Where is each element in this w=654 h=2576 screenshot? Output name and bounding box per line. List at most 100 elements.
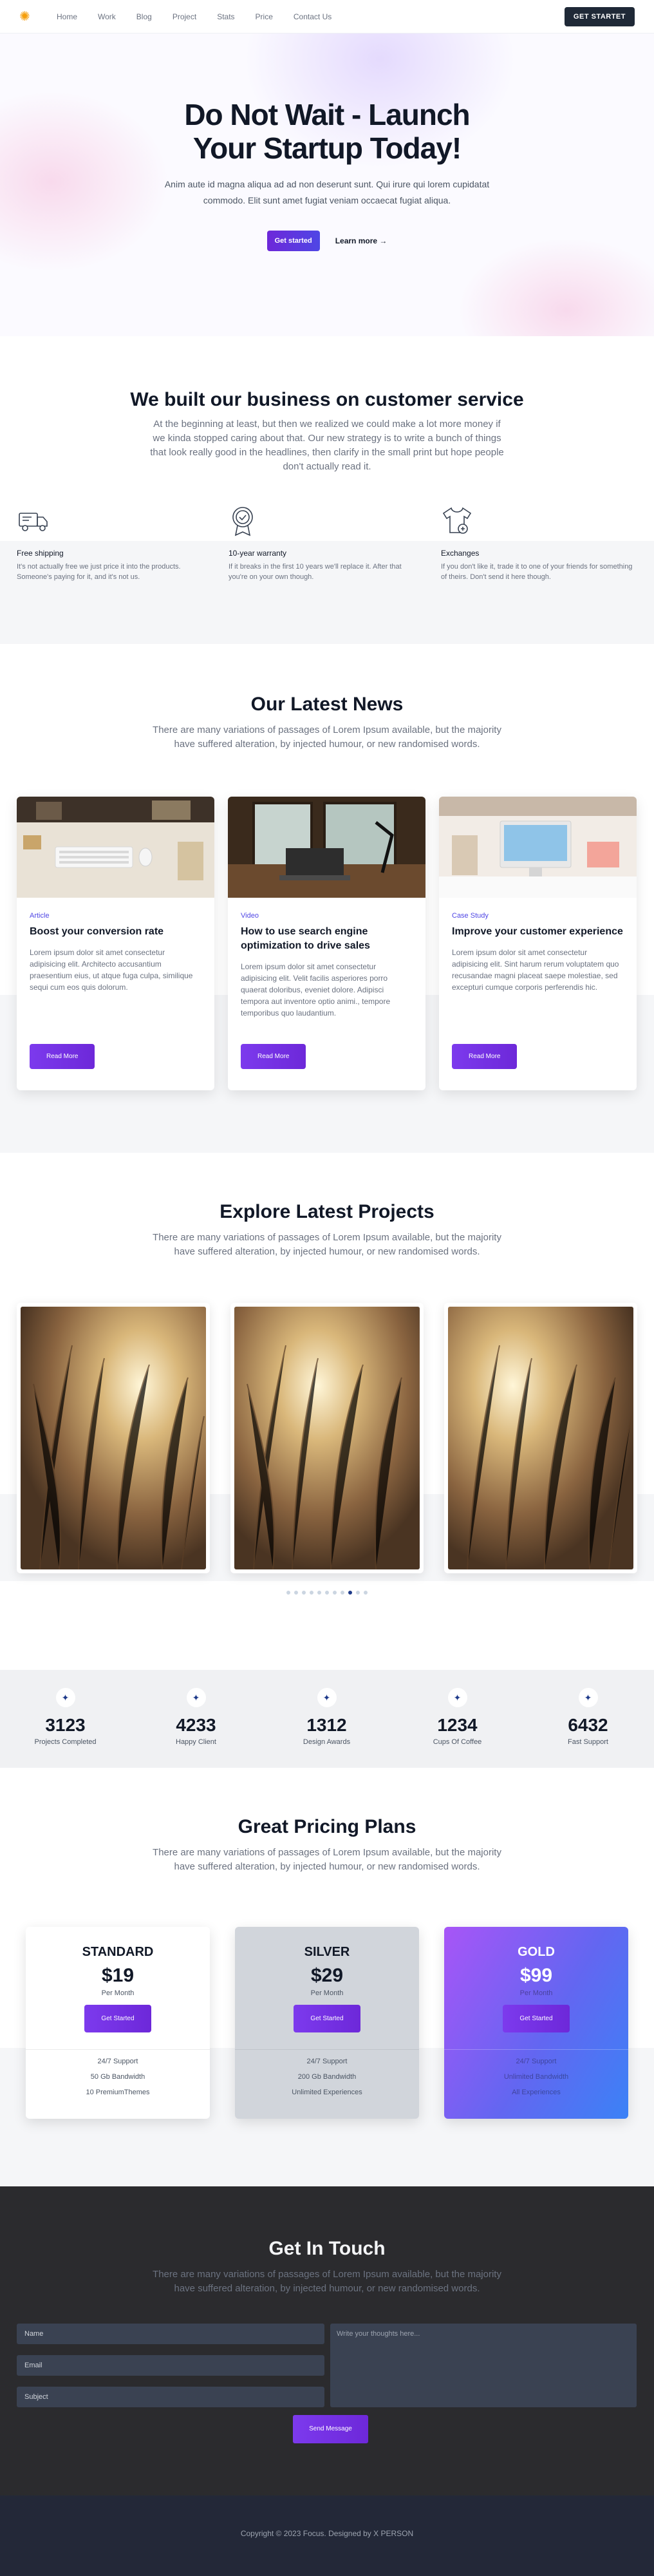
feature-warranty: 10-year warranty If it breaks in the fir…	[229, 504, 422, 582]
plan-standard: STANDARD $19 Per Month Get Started 24/7 …	[26, 1927, 210, 2119]
pricing-subtitle: There are many variations of passages of…	[153, 1847, 501, 1872]
stat-label: Happy Client	[176, 1738, 216, 1746]
send-message-button[interactable]: Send Message	[293, 2415, 368, 2443]
plan-feature: 10 PremiumThemes	[86, 2088, 150, 2096]
plan-divider	[26, 2049, 210, 2050]
project-image-wheat	[448, 1307, 633, 1569]
stat-value: 1312	[306, 1715, 347, 1735]
copyright-text: Copyright © 2023 Focus. Designed by X PE…	[240, 2529, 414, 2538]
learn-more-link[interactable]: Learn more →	[335, 236, 388, 245]
plan-feature: Unlimited Bandwidth	[503, 2073, 569, 2081]
news-tag[interactable]: Case Study	[452, 912, 624, 920]
carousel-dot[interactable]	[364, 1591, 368, 1595]
stat-value: 4233	[176, 1715, 216, 1735]
pricing-title: Great Pricing Plans	[238, 1816, 416, 1837]
badge-icon	[232, 507, 253, 536]
get-started-plan-button[interactable]: Get Started	[84, 2005, 151, 2032]
contact-section: Get In Touch There are many variations o…	[0, 2186, 654, 2496]
email-field[interactable]: Email	[17, 2355, 324, 2376]
carousel-dot[interactable]	[310, 1591, 313, 1595]
news-card-body: Case Study Improve your customer experie…	[439, 898, 637, 1007]
project-card[interactable]	[17, 1303, 210, 1573]
hero-section: Do Not Wait - Launch Your Startup Today!…	[0, 33, 654, 336]
get-started-plan-button[interactable]: Get Started	[503, 2005, 570, 2032]
stat-item: ✦ 6432 Fast Support	[523, 1670, 653, 1746]
news-title[interactable]: Boost your conversion rate	[30, 925, 201, 939]
carousel-dot[interactable]	[356, 1591, 360, 1595]
carousel-dot[interactable]	[333, 1591, 337, 1595]
stat-value: 1234	[437, 1715, 478, 1735]
stat-value: 6432	[568, 1715, 608, 1735]
nav-item-stats[interactable]: Stats	[207, 12, 245, 21]
nav-item-blog[interactable]: Blog	[126, 12, 162, 21]
read-more-button[interactable]: Read More	[452, 1044, 518, 1069]
get-started-plan-button[interactable]: Get Started	[294, 2005, 360, 2032]
plan-silver: SILVER $29 Per Month Get Started 24/7 Su…	[235, 1927, 419, 2119]
plan-divider	[444, 2049, 628, 2050]
news-card: Case Study Improve your customer experie…	[439, 797, 637, 1090]
stat-label: Projects Completed	[34, 1738, 97, 1746]
news-image-imac	[439, 797, 637, 898]
nav-item-work[interactable]: Work	[88, 12, 126, 21]
truck-icon	[19, 513, 48, 531]
plan-feature: Unlimited Experiences	[292, 2088, 362, 2096]
project-card[interactable]	[444, 1303, 637, 1573]
read-more-button[interactable]: Read More	[30, 1044, 95, 1069]
sparkle-icon: ✦	[55, 1688, 75, 1707]
plan-price: $29	[310, 1965, 344, 1986]
name-field[interactable]: Name	[17, 2324, 324, 2344]
projects-title: Explore Latest Projects	[220, 1201, 434, 1222]
news-title[interactable]: How to use search engine optimization to…	[241, 925, 413, 953]
carousel-dot[interactable]	[348, 1591, 352, 1595]
feature-text: It's not actually free we just price it …	[17, 563, 181, 581]
plan-name: GOLD	[518, 1945, 555, 1959]
plan-feature: 50 Gb Bandwidth	[90, 2073, 145, 2081]
plan-price: $19	[101, 1965, 135, 1986]
sparkle-icon: ✦	[578, 1688, 598, 1707]
carousel-dot[interactable]	[317, 1591, 321, 1595]
news-card: Article Boost your conversion rate Lorem…	[17, 797, 214, 1090]
feature-exchanges: Exchanges If you don't like it, trade it…	[441, 504, 634, 582]
plan-feature: 24/7 Support	[97, 2058, 138, 2065]
carousel-dot[interactable]	[286, 1591, 290, 1595]
project-card[interactable]	[230, 1303, 424, 1573]
carousel-dot[interactable]	[294, 1591, 298, 1595]
feature-text: If it breaks in the first 10 years we'll…	[229, 563, 402, 581]
news-subtitle: There are many variations of passages of…	[153, 724, 501, 750]
subject-field[interactable]: Subject	[17, 2387, 324, 2407]
news-tag[interactable]: Article	[30, 912, 201, 920]
stat-item: ✦ 4233 Happy Client	[131, 1670, 261, 1746]
plan-period: Per Month	[519, 1989, 553, 1997]
news-excerpt: Lorem ipsum dolor sit amet consectetur a…	[452, 948, 619, 992]
plan-feature: All Experiences	[512, 2088, 561, 2096]
nav-item-home[interactable]: Home	[46, 12, 88, 21]
nav-item-contact[interactable]: Contact Us	[283, 12, 342, 21]
feature-text: If you don't like it, trade it to one of…	[441, 563, 633, 581]
news-card: Video How to use search engine optimizat…	[228, 797, 425, 1090]
feature-title: Exchanges	[441, 549, 480, 558]
hero-title: Do Not Wait - Launch Your Startup Today!	[0, 98, 654, 165]
plan-name: SILVER	[304, 1945, 350, 1959]
news-tag[interactable]: Video	[241, 912, 413, 920]
plan-gold: GOLD $99 Per Month Get Started 24/7 Supp…	[444, 1927, 628, 2119]
stat-label: Design Awards	[303, 1738, 351, 1746]
news-title[interactable]: Improve your customer experience	[452, 925, 624, 939]
logo-icon[interactable]: ✺	[19, 10, 33, 24]
hero-title-line2: Your Startup Today!	[192, 131, 462, 165]
nav-item-project[interactable]: Project	[162, 12, 207, 21]
carousel-dot[interactable]	[302, 1591, 306, 1595]
get-started-nav-button[interactable]: GET STARTET	[564, 6, 635, 26]
news-card-body: Article Boost your conversion rate Lorem…	[17, 898, 214, 1007]
message-textarea[interactable]: Write your thoughts here...	[330, 2324, 637, 2407]
news-image-desk	[17, 797, 214, 898]
get-started-button[interactable]: Get started	[266, 231, 320, 251]
carousel-dot[interactable]	[325, 1591, 329, 1595]
read-more-button[interactable]: Read More	[241, 1044, 306, 1069]
sparkle-icon: ✦	[186, 1688, 206, 1707]
plan-price: $99	[519, 1965, 553, 1986]
news-image-laptop	[228, 797, 425, 898]
carousel-dot[interactable]	[341, 1591, 344, 1595]
plan-feature: 24/7 Support	[516, 2058, 557, 2065]
about-title: We built our business on customer servic…	[130, 389, 524, 410]
nav-item-price[interactable]: Price	[245, 12, 283, 21]
